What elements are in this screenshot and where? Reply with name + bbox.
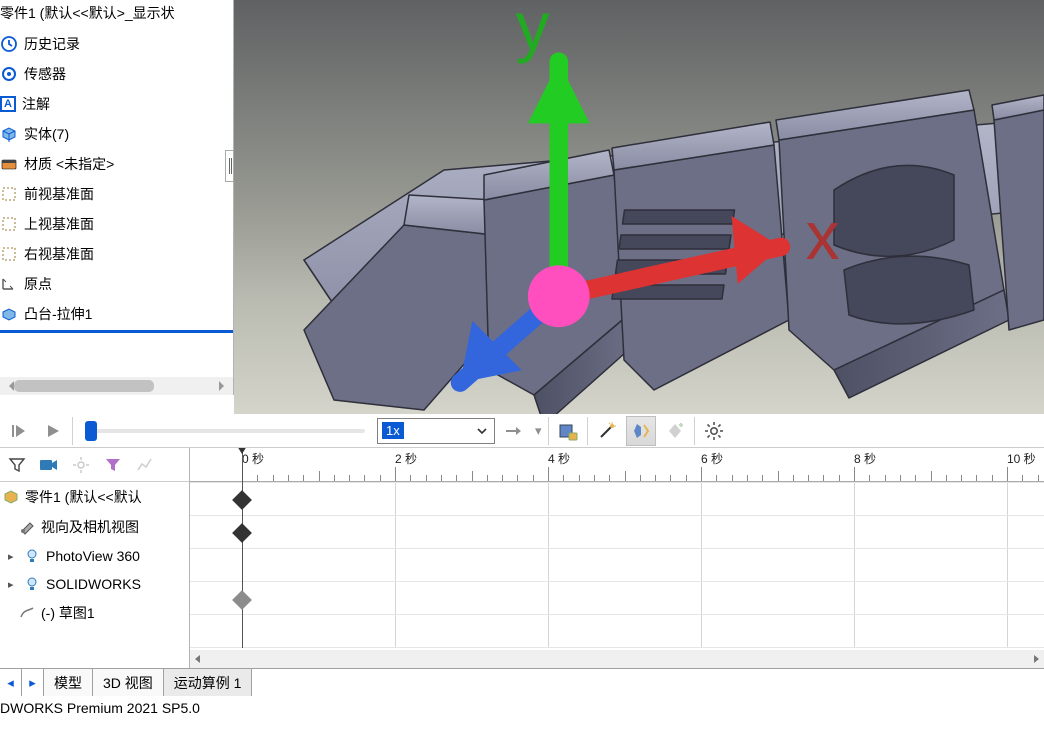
annotation-icon: A [0,96,16,112]
time-slider[interactable] [85,428,365,434]
tab-prev-button[interactable]: ◂ [0,669,22,696]
panel-collapse-handle[interactable] [225,150,234,182]
tree-item-top-plane[interactable]: 上视基准面 [0,209,233,239]
solid-body-icon [0,125,18,143]
gear-filter-button[interactable] [68,452,94,478]
funnel-filter-button[interactable] [100,452,126,478]
history-icon [0,35,18,53]
expand-icon[interactable]: ▸ [8,578,18,591]
tl-item-camera[interactable]: 视向及相机视图 [0,512,189,542]
save-animation-button[interactable] [553,416,583,446]
lights-icon [23,547,41,565]
tree-item-label: 注解 [22,94,50,114]
svg-text:x: x [806,199,840,274]
tl-item-sketch[interactable]: (-) 草图1 [0,598,189,628]
wizard-button[interactable] [592,416,622,446]
tl-item-sw[interactable]: ▸ SOLIDWORKS [0,570,189,598]
material-icon [0,155,18,173]
tree-item-label: 右视基准面 [24,244,94,264]
sketch-icon [18,604,36,622]
plane-icon [0,215,18,233]
tree-item-annotations[interactable]: A 注解 [0,89,233,119]
tree-item-label: 传感器 [24,64,66,84]
tree-item-label: 原点 [24,274,52,294]
timeline-grid[interactable]: 0 秒 2 秒 4 秒 6 秒 8 秒 10 秒 [190,448,1044,668]
plane-icon [0,185,18,203]
motion-toolbar: 1x ▾ [0,414,1044,448]
sensor-icon [0,65,18,83]
tab-3d-view[interactable]: 3D 视图 [93,669,164,696]
part-icon [2,488,20,506]
tl-label: 零件1 (默认<<默认 [25,487,142,507]
feature-tree-panel: 零件1 (默认<<默认>_显示状 历史记录 传感器 A 注解 [0,0,234,395]
tree-item-label: 历史记录 [24,34,80,54]
tree-item-solids[interactable]: 实体(7) [0,119,233,149]
timeline-panel: 零件1 (默认<<默认 视向及相机视图 ▸ PhotoView 360 ▸ SO… [0,448,1044,668]
triad-icon: x y [234,0,1044,432]
auto-key-button[interactable] [626,416,656,446]
timeline-tree: 零件1 (默认<<默认 视向及相机视图 ▸ PhotoView 360 ▸ SO… [0,448,190,668]
play-from-start-button[interactable] [4,416,34,446]
3d-viewport[interactable]: x y [234,0,1044,432]
loop-button[interactable] [499,416,529,446]
plane-icon [0,245,18,263]
speed-value: 1x [382,422,404,439]
tree-item-label: 前视基准面 [24,184,94,204]
chevron-down-icon [476,425,488,437]
tab-model[interactable]: 模型 [44,669,93,696]
add-key-button[interactable] [660,416,690,446]
graph-button[interactable] [132,452,158,478]
tree-hscrollbar[interactable] [0,377,233,395]
tree-item-label: 实体(7) [24,124,69,144]
camera-icon [18,518,36,536]
status-bar: DWORKS Premium 2021 SP5.0 [0,696,1044,716]
expand-icon[interactable]: ▸ [8,550,18,563]
origin-icon [0,275,18,293]
settings-button[interactable] [699,416,729,446]
tl-root[interactable]: 零件1 (默认<<默认 [0,482,189,512]
tree-item-label: 上视基准面 [24,214,94,234]
view-tabs: ◂ ▸ 模型 3D 视图 运动算例 1 [0,668,1044,696]
lights-icon [23,575,41,593]
camera-filter-button[interactable] [36,452,62,478]
tree-header[interactable]: 零件1 (默认<<默认>_显示状 [0,0,233,29]
tree-item-right-plane[interactable]: 右视基准面 [0,239,233,269]
tree-item-origin[interactable]: 原点 [0,269,233,299]
speed-select[interactable]: 1x [377,418,495,444]
timeline-hscrollbar[interactable] [190,650,1044,668]
tl-label: (-) 草图1 [41,603,95,623]
svg-text:y: y [516,0,550,64]
tab-next-button[interactable]: ▸ [22,669,44,696]
extrude-icon [0,305,18,323]
time-ruler[interactable]: 0 秒 2 秒 4 秒 6 秒 8 秒 10 秒 [190,448,1044,482]
play-button[interactable] [38,416,68,446]
tree-item-label: 材质 <未指定> [24,154,114,174]
tree-item-label: 凸台-拉伸1 [24,304,92,324]
tree-item-front-plane[interactable]: 前视基准面 [0,179,233,209]
tab-motion-study[interactable]: 运动算例 1 [164,669,253,696]
playhead[interactable] [242,448,243,648]
filter-button[interactable] [4,452,30,478]
time-slider-thumb[interactable] [85,421,97,441]
tl-label: 视向及相机视图 [41,517,139,537]
tree-item-history[interactable]: 历史记录 [0,29,233,59]
tl-label: PhotoView 360 [46,548,140,564]
tree-item-sensors[interactable]: 传感器 [0,59,233,89]
tree-item-material[interactable]: 材质 <未指定> [0,149,233,179]
tree-item-extrude[interactable]: 凸台-拉伸1 [0,299,233,329]
tl-item-pv360[interactable]: ▸ PhotoView 360 [0,542,189,570]
tl-label: SOLIDWORKS [46,576,141,592]
